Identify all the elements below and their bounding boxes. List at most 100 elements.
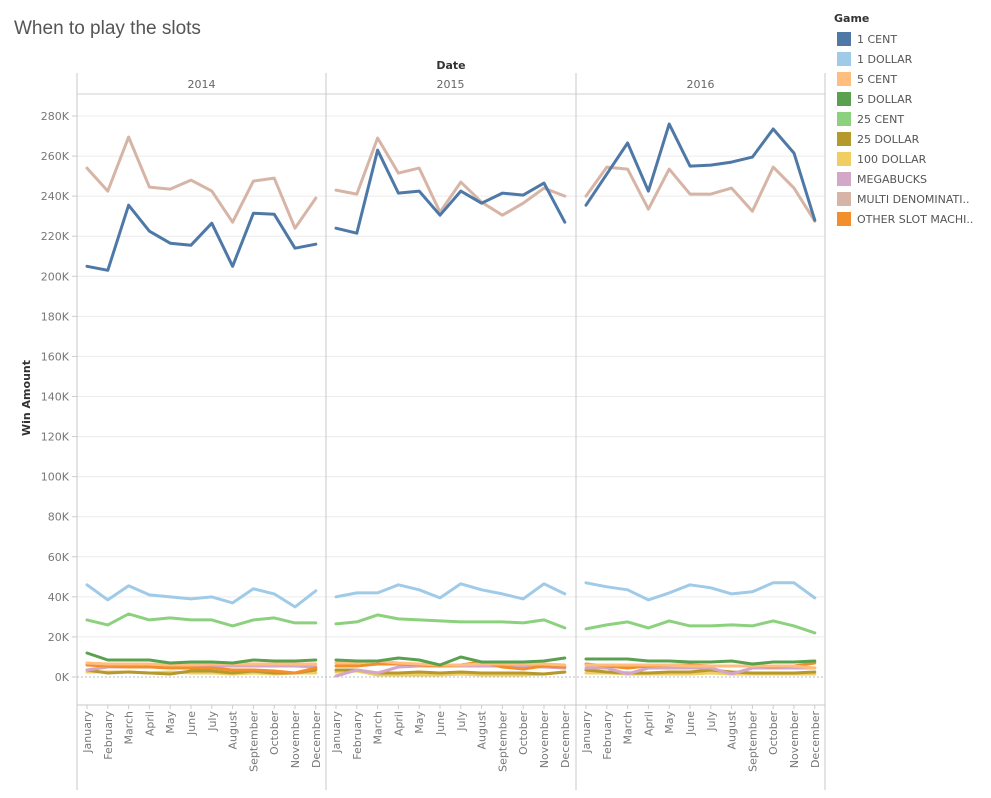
- legend-label: OTHER SLOT MACHI..: [857, 212, 974, 226]
- x-tick-label: January: [580, 711, 593, 754]
- y-tick-label: 140K: [41, 391, 70, 404]
- legend-swatch: [837, 132, 851, 146]
- legend-item[interactable]: 1 CENT: [834, 29, 989, 49]
- x-tick-label: October: [268, 711, 281, 755]
- y-tick-label: 200K: [41, 270, 70, 283]
- x-tick-label: June: [185, 711, 198, 736]
- panel-label: 2016: [687, 78, 715, 91]
- legend-label: MEGABUCKS: [857, 172, 927, 186]
- legend-swatch: [837, 52, 851, 66]
- legend-swatch: [837, 152, 851, 166]
- x-tick-label: May: [663, 711, 676, 734]
- y-tick-label: 160K: [41, 350, 70, 363]
- series-line-1-cent-2015[interactable]: [334, 148, 567, 235]
- legend-swatch: [837, 192, 851, 206]
- x-tick-label: August: [227, 710, 240, 749]
- x-tick-label: October: [517, 711, 530, 755]
- x-axis-title: Date: [436, 59, 465, 72]
- x-tick-label: March: [622, 711, 635, 745]
- legend-swatch: [837, 92, 851, 106]
- y-tick-label: 280K: [41, 110, 70, 123]
- series-lines: [85, 122, 817, 678]
- legend-swatch: [837, 32, 851, 46]
- legend-label: 25 CENT: [857, 112, 905, 126]
- legend-item[interactable]: OTHER SLOT MACHI..: [834, 209, 989, 229]
- x-tick-label: November: [538, 711, 551, 769]
- x-tick-label: July: [206, 711, 219, 732]
- y-tick-label: 240K: [41, 190, 70, 203]
- x-tick-label: November: [289, 711, 302, 769]
- panel-label: 2014: [188, 78, 216, 91]
- legend-label: 25 DOLLAR: [857, 132, 920, 146]
- line-chart: 2014 2015 2016 0K 20K 40K 60K 80K 100K 120K 140K 16…: [20, 59, 826, 790]
- legend-item[interactable]: 1 DOLLAR: [834, 49, 989, 69]
- x-tick-label: September: [496, 711, 509, 772]
- legend-swatch: [837, 72, 851, 86]
- series-line-25-cent-2014[interactable]: [85, 612, 318, 628]
- series-line-multi-denomination-2014[interactable]: [85, 135, 318, 230]
- legend-label: 5 CENT: [857, 72, 898, 86]
- y-tick-label: 100K: [41, 471, 70, 484]
- y-axis-title: Win Amount: [20, 360, 33, 436]
- legend-item[interactable]: 5 DOLLAR: [834, 89, 989, 109]
- series-line-5-dollar-2014[interactable]: [85, 651, 318, 665]
- x-tick-label: February: [351, 711, 364, 760]
- series-line-1-cent-2016[interactable]: [584, 122, 817, 222]
- x-tick-label: May: [413, 711, 426, 734]
- x-tick-label: April: [392, 711, 405, 736]
- legend-label: 5 DOLLAR: [857, 92, 913, 106]
- x-tick-label: August: [476, 710, 489, 749]
- y-tick-label: 20K: [48, 631, 70, 644]
- y-tick-label: 260K: [41, 150, 70, 163]
- x-tick-label: March: [372, 711, 385, 745]
- x-tick-label: December: [310, 711, 323, 769]
- x-tick-label: September: [247, 711, 260, 772]
- series-line-1-dollar-2014[interactable]: [85, 583, 318, 609]
- legend-swatch: [837, 212, 851, 226]
- y-tick-label: 220K: [41, 230, 70, 243]
- legend-item[interactable]: MEGABUCKS: [834, 169, 989, 189]
- x-tick-label: March: [123, 711, 136, 745]
- x-tick-label: December: [559, 711, 572, 769]
- x-tick-label: September: [746, 711, 759, 772]
- x-tick-label: June: [684, 711, 697, 736]
- legend-label: 1 CENT: [857, 32, 898, 46]
- x-tick-label: April: [143, 711, 156, 736]
- y-tick-label: 120K: [41, 431, 70, 444]
- series-line-multi-denomination-2016[interactable]: [584, 165, 817, 223]
- series-line-25-cent-2015[interactable]: [334, 613, 567, 630]
- y-tick-label: 60K: [48, 551, 70, 564]
- series-line-25-cent-2016[interactable]: [584, 619, 817, 635]
- legend-item[interactable]: MULTI DENOMINATI..: [834, 189, 989, 209]
- legend: Game 1 CENT 1 DOLLAR 5 CENT 5 DOLLAR 25 CENT…: [834, 12, 989, 229]
- legend-item[interactable]: 25 DOLLAR: [834, 129, 989, 149]
- legend-item[interactable]: 100 DOLLAR: [834, 149, 989, 169]
- x-tick-label: February: [102, 711, 115, 760]
- legend-swatch: [837, 172, 851, 186]
- x-tick-label: January: [81, 711, 94, 754]
- x-tick-label: May: [164, 711, 177, 734]
- axes: 2014 2015 2016 0K 20K 40K 60K 80K 100K 120K 140K 16…: [41, 73, 826, 790]
- y-tick-label: 180K: [41, 310, 70, 323]
- x-tick-label: July: [455, 711, 468, 732]
- legend-item[interactable]: 25 CENT: [834, 109, 989, 129]
- y-tick-label: 0K: [55, 671, 70, 684]
- series-line-1-cent-2014[interactable]: [85, 203, 318, 272]
- legend-label: 100 DOLLAR: [857, 152, 927, 166]
- x-tick-label: April: [642, 711, 655, 736]
- x-tick-label: November: [788, 711, 801, 769]
- legend-label: 1 DOLLAR: [857, 52, 913, 66]
- series-line-5-dollar-2016[interactable]: [584, 657, 817, 666]
- x-tick-label: October: [767, 711, 780, 755]
- panel-label: 2015: [437, 78, 465, 91]
- legend-item[interactable]: 5 CENT: [834, 69, 989, 89]
- x-tick-label: February: [601, 711, 614, 760]
- legend-label: MULTI DENOMINATI..: [857, 192, 970, 206]
- legend-title: Game: [834, 12, 870, 25]
- legend-swatch: [837, 112, 851, 126]
- y-tick-label: 80K: [48, 511, 70, 524]
- x-tick-label: August: [726, 710, 739, 749]
- y-tick-label: 40K: [48, 591, 70, 604]
- x-tick-label: January: [330, 711, 343, 754]
- x-tick-label: December: [809, 711, 822, 769]
